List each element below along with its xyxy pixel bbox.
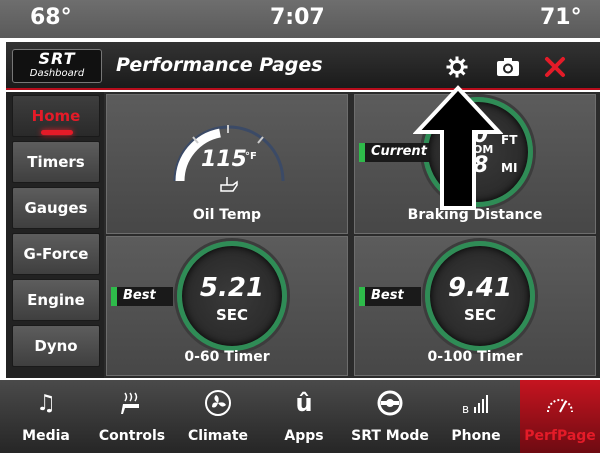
outside-temp-left: 68° xyxy=(30,5,72,30)
page-title: Performance Pages xyxy=(116,54,323,76)
timer-0-60-value: 5.21 xyxy=(199,273,265,303)
sidebar-item-engine[interactable]: Engine xyxy=(12,279,100,321)
timer-0-60-ring: 5.21 SEC xyxy=(177,241,287,351)
app-header: SRT Dashboard Performance Pages xyxy=(6,42,600,90)
nav-climate[interactable]: Climate xyxy=(178,380,258,453)
timer-0-100-label: 0-100 Timer xyxy=(427,349,523,365)
sidebar-item-g-force[interactable]: G-Force xyxy=(12,233,100,275)
nav-perfpage[interactable]: PerfPage xyxy=(520,380,600,453)
clock: 7:07 xyxy=(270,5,325,30)
srt-dashboard-logo: SRT Dashboard xyxy=(12,49,102,83)
timer-0-60-label: 0-60 Timer xyxy=(184,349,270,365)
braking-unit-mi: MI xyxy=(501,161,518,175)
gear-icon xyxy=(446,56,468,78)
nav-apps[interactable]: û Apps xyxy=(264,380,344,453)
sidebar-item-gauges[interactable]: Gauges xyxy=(12,187,100,229)
timer-0-100-unit: SEC xyxy=(463,306,497,324)
bottom-nav-bar: ♫ Media Controls Climate û Apps SRT Mode… xyxy=(0,380,600,453)
nav-media[interactable]: ♫ Media xyxy=(6,380,86,453)
nav-srt-mode[interactable]: SRT Mode xyxy=(350,380,430,453)
timer-0-60-tile[interactable]: 5.21 SEC Best 0-60 Timer xyxy=(106,236,348,376)
sidebar: Home Timers Gauges G-Force Engine Dyno xyxy=(6,92,104,378)
camera-icon xyxy=(497,58,519,76)
annotation-arrow xyxy=(413,85,503,210)
steering-wheel-icon xyxy=(350,388,430,418)
close-icon xyxy=(545,57,565,77)
phone-signal-icon: ʙ xyxy=(436,388,516,418)
close-button[interactable] xyxy=(538,50,572,84)
timer-0-100-ring: 9.41 SEC xyxy=(425,241,535,351)
nav-controls[interactable]: Controls xyxy=(92,380,172,453)
sidebar-item-timers[interactable]: Timers xyxy=(12,141,100,183)
timer-0-100-value: 9.41 xyxy=(447,273,513,303)
performance-tiles: 115 °F Oil Temp Current 0 FT OM 8 MI Bra… xyxy=(104,92,600,378)
gauge-icon xyxy=(520,388,600,418)
oil-temp-unit: °F xyxy=(245,151,257,162)
best-tag: Best xyxy=(359,287,421,306)
outside-temp-right: 71° xyxy=(540,5,582,30)
oil-temp-value: 115 xyxy=(201,147,247,172)
braking-unit-ft: FT xyxy=(501,133,518,147)
apps-icon: û xyxy=(295,389,313,417)
seat-heat-icon xyxy=(92,388,172,418)
best-tag: Best xyxy=(111,287,173,306)
camera-button[interactable] xyxy=(491,50,525,84)
status-bar: 68° 7:07 71° xyxy=(0,0,600,38)
oil-temp-label: Oil Temp xyxy=(192,207,262,223)
oil-temp-tile[interactable]: 115 °F Oil Temp xyxy=(106,94,348,234)
sidebar-item-home[interactable]: Home xyxy=(12,95,100,137)
oil-can-icon xyxy=(220,177,238,192)
nav-phone[interactable]: ʙ Phone xyxy=(436,380,516,453)
settings-button[interactable] xyxy=(440,50,474,84)
timer-0-100-tile[interactable]: 9.41 SEC Best 0-100 Timer xyxy=(354,236,596,376)
music-note-icon: ♫ xyxy=(36,390,56,416)
timer-0-60-unit: SEC xyxy=(215,306,249,324)
svg-text:ʙ: ʙ xyxy=(462,402,469,415)
fan-icon xyxy=(178,388,258,418)
sidebar-item-dyno[interactable]: Dyno xyxy=(12,325,100,367)
